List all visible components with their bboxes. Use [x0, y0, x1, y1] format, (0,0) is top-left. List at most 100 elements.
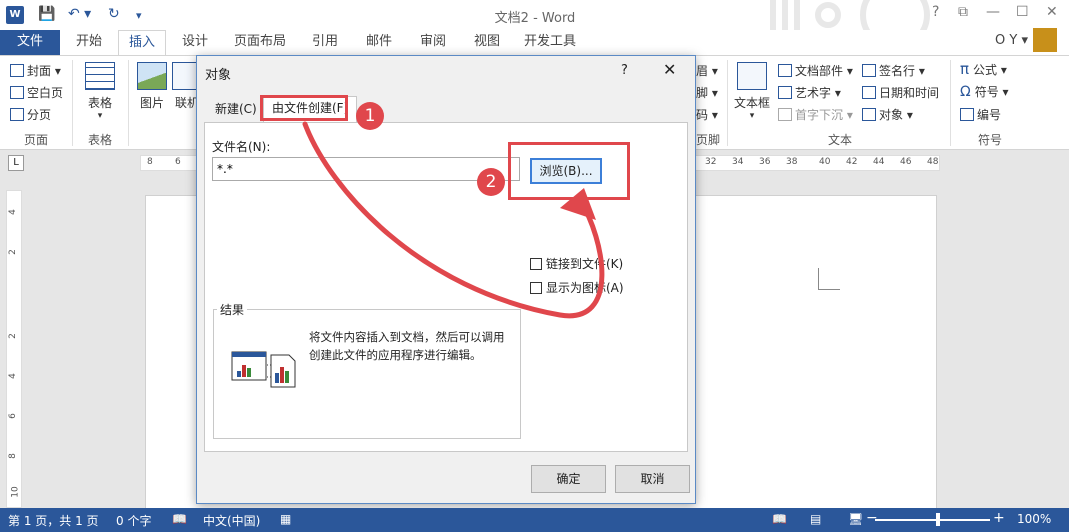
- highlight-browse-box: [508, 142, 630, 200]
- tab-home[interactable]: 开始: [66, 30, 112, 55]
- dialog-help-button[interactable]: ?: [621, 63, 628, 78]
- page-break-button[interactable]: 分页: [10, 106, 51, 123]
- ruler-number: 6: [175, 157, 181, 167]
- group-label-pages: 页面: [24, 133, 49, 147]
- ruler-number: 46: [900, 157, 912, 167]
- minimize-button[interactable]: —: [986, 4, 1000, 20]
- equation-button[interactable]: π 公式 ▾: [960, 60, 1007, 78]
- textbox-button[interactable]: 文本框 ▾: [732, 62, 772, 121]
- read-mode-icon[interactable]: 📖: [772, 512, 787, 526]
- proofing-icon[interactable]: 📖: [172, 512, 187, 526]
- maximize-button[interactable]: ☐: [1016, 4, 1029, 20]
- cancel-button[interactable]: 取消: [615, 465, 690, 493]
- help-button[interactable]: ?: [932, 4, 939, 20]
- close-button[interactable]: ✕: [1046, 4, 1058, 20]
- group-label-tables: 表格: [88, 133, 113, 147]
- zoom-slider[interactable]: [875, 519, 990, 521]
- tab-design[interactable]: 设计: [172, 30, 218, 55]
- tab-mailings[interactable]: 邮件: [356, 30, 402, 55]
- wordart-button[interactable]: 艺术字 ▾: [778, 84, 841, 101]
- tab-layout[interactable]: 页面布局: [228, 30, 292, 55]
- file-name-input[interactable]: [212, 157, 520, 181]
- file-name-label: 文件名(N):: [212, 140, 271, 154]
- picture-button[interactable]: 图片: [134, 62, 170, 111]
- ok-button[interactable]: 确定: [531, 465, 606, 493]
- zoom-out-button[interactable]: −: [866, 510, 878, 526]
- number-button[interactable]: 编号: [960, 106, 1001, 123]
- embedded-document-icon: [231, 351, 296, 388]
- language[interactable]: 中文(中国): [203, 512, 260, 529]
- signature-line-button[interactable]: 签名行 ▾: [862, 62, 925, 79]
- web-layout-icon[interactable]: 🖥: [848, 512, 863, 526]
- footer-button[interactable]: 脚 ▾: [696, 84, 718, 101]
- user-account[interactable]: O Y ▾: [995, 33, 1028, 48]
- avatar[interactable]: [1033, 28, 1057, 52]
- customize-qat-icon[interactable]: ▾: [136, 9, 142, 22]
- cover-page-icon: [10, 64, 24, 77]
- drop-cap-icon: [778, 108, 792, 121]
- vertical-ruler[interactable]: 4 2 2 4 6 8 10: [6, 190, 22, 508]
- blank-page-button[interactable]: 空白页: [10, 84, 63, 101]
- symbol-button[interactable]: Ω 符号 ▾: [960, 83, 1009, 100]
- table-icon: [85, 62, 115, 90]
- display-as-icon-checkbox[interactable]: 显示为图标(A): [530, 279, 624, 296]
- ribbon-display-button[interactable]: ⧉: [958, 4, 968, 20]
- tab-view[interactable]: 视图: [464, 30, 510, 55]
- header-button[interactable]: 眉 ▾: [696, 62, 718, 79]
- ruler-number: 6: [7, 413, 18, 419]
- step-badge-2: 2: [477, 168, 505, 196]
- link-to-file-checkbox[interactable]: 链接到文件(K): [530, 255, 623, 272]
- signature-line-icon: [862, 64, 876, 77]
- drop-cap-button[interactable]: 首字下沉 ▾: [778, 106, 853, 123]
- tab-references[interactable]: 引用: [302, 30, 348, 55]
- group-label-text: 文本: [828, 133, 853, 147]
- margin-corner-mark: [818, 268, 840, 290]
- page-count[interactable]: 第 1 页，共 1 页: [8, 512, 99, 529]
- ruler-number: 4: [7, 209, 18, 215]
- status-bar: 第 1 页，共 1 页 0 个字 📖 中文(中国) ▦ 📖 ▤ 🖥 − + 10…: [0, 508, 1069, 532]
- quick-parts-icon: [778, 64, 792, 77]
- blank-page-icon: [10, 86, 24, 99]
- dialog-title: 对象: [205, 68, 232, 83]
- undo-icon[interactable]: ↶ ▾: [68, 6, 91, 22]
- tab-create-new[interactable]: 新建(C): [207, 98, 265, 122]
- result-description: 将文件内容插入到文档，然后可以调用创建此文件的应用程序进行编辑。: [309, 330, 505, 362]
- pi-icon: π: [960, 60, 970, 78]
- result-legend: 结果: [217, 301, 248, 318]
- tab-review[interactable]: 审阅: [410, 30, 456, 55]
- zoom-slider-thumb[interactable]: [936, 513, 940, 526]
- title-decoration: [760, 0, 940, 30]
- redo-icon[interactable]: ↻: [108, 6, 120, 22]
- ruler-number: 38: [786, 157, 798, 167]
- tab-selector[interactable]: L: [8, 155, 24, 171]
- date-time-button[interactable]: 日期和时间: [862, 84, 939, 101]
- ruler-number: 8: [7, 453, 18, 459]
- page-break-icon: [10, 108, 24, 121]
- object-button[interactable]: 对象 ▾: [862, 106, 913, 123]
- dialog-close-button[interactable]: ✕: [663, 60, 676, 79]
- omega-icon: Ω: [960, 84, 971, 100]
- ruler-number: 48: [927, 157, 939, 167]
- cover-page-button[interactable]: 封面 ▾: [10, 62, 61, 79]
- word-app-icon[interactable]: W: [6, 6, 24, 24]
- checkbox-box: [530, 282, 542, 294]
- quick-parts-button[interactable]: 文档部件 ▾: [778, 62, 853, 79]
- zoom-level[interactable]: 100%: [1017, 512, 1051, 526]
- save-icon[interactable]: 💾: [38, 6, 55, 22]
- zoom-in-button[interactable]: +: [993, 510, 1005, 526]
- object-dialog: 对象 ? ✕ 新建(C) 由文件创建(F) 文件名(N): 浏览(B)... 链…: [196, 55, 696, 504]
- word-count[interactable]: 0 个字: [116, 512, 151, 529]
- ruler-number: 34: [732, 157, 744, 167]
- window-title: 文档2 - Word: [494, 11, 576, 26]
- highlight-tab-box: [260, 95, 348, 121]
- tab-developer[interactable]: 开发工具: [518, 30, 582, 55]
- ruler-number: 2: [7, 333, 18, 339]
- textbox-icon: [737, 62, 767, 90]
- ruler-number: 4: [7, 373, 18, 379]
- tab-file[interactable]: 文件: [0, 30, 60, 55]
- tab-insert[interactable]: 插入: [118, 30, 166, 55]
- page-number-button[interactable]: 码 ▾: [696, 106, 718, 123]
- macro-icon[interactable]: ▦: [280, 512, 291, 526]
- print-layout-icon[interactable]: ▤: [810, 512, 821, 526]
- table-button[interactable]: 表格 ▾: [80, 62, 120, 121]
